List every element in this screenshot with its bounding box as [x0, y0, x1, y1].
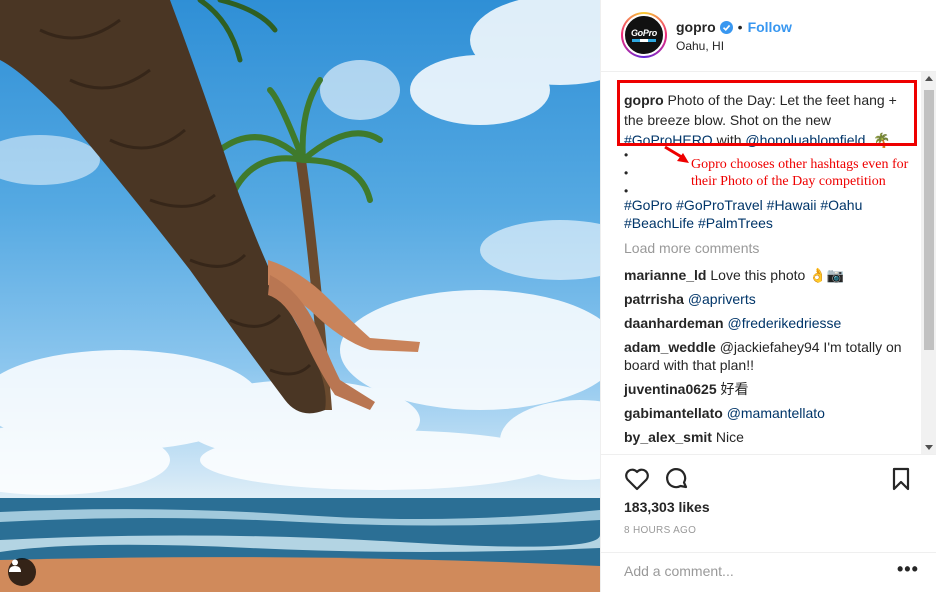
load-more-comments-button[interactable]: Load more comments: [624, 240, 759, 256]
avatar-logo-text: GoPro: [630, 28, 657, 38]
photo-scene: [0, 0, 600, 592]
post-photo[interactable]: [0, 0, 600, 592]
location-link[interactable]: Oahu, HI: [676, 39, 724, 53]
scroll-up-arrow-icon[interactable]: [925, 76, 933, 81]
list-item: gabimantellato @mamantellato: [624, 404, 914, 422]
add-comment-input[interactable]: [624, 563, 884, 579]
avatar[interactable]: GoPro: [621, 12, 667, 58]
comment-username[interactable]: daanhardeman: [624, 315, 724, 331]
comment-username[interactable]: adam_weddle: [624, 339, 716, 355]
tagged-user-icon[interactable]: [8, 558, 36, 586]
comment-username[interactable]: patrrisha: [624, 291, 684, 307]
comment-username[interactable]: marianne_ld: [624, 267, 706, 283]
heart-icon[interactable]: [623, 465, 651, 493]
bookmark-icon[interactable]: [887, 465, 915, 493]
add-comment-bar: •••: [601, 552, 936, 592]
comment-list: marianne_ld Love this photo 👌📷 patrrisha…: [624, 266, 914, 452]
post-header: GoPro gopro • Follow Oahu, HI: [601, 0, 936, 72]
post-actions: 183,303 likes 8 HOURS AGO: [601, 454, 936, 552]
comment-text[interactable]: @mamantellato: [727, 405, 825, 421]
comments-scrollbar[interactable]: [921, 72, 936, 454]
avatar-logo-bar: [632, 39, 656, 42]
username-link[interactable]: gopro: [676, 19, 716, 35]
like-count[interactable]: 183,303 likes: [624, 499, 710, 515]
annotation-highlight-box: [617, 80, 917, 146]
comment-text: Love this photo 👌📷: [710, 267, 845, 283]
separator-dot: •: [737, 19, 743, 35]
comment-username[interactable]: gabimantellato: [624, 405, 723, 421]
verified-badge-icon: [719, 20, 733, 34]
scroll-down-arrow-icon[interactable]: [925, 445, 933, 450]
caption-dot: •: [624, 148, 629, 162]
caption-dots: • • •: [624, 146, 628, 200]
list-item: patrrisha @apriverts: [624, 290, 914, 308]
comments-section[interactable]: gopro Photo of the Day: Let the feet han…: [601, 72, 921, 454]
more-options-icon[interactable]: •••: [897, 559, 919, 580]
comment-icon[interactable]: [663, 465, 691, 493]
scroll-thumb[interactable]: [924, 90, 934, 350]
list-item: juventina0625 好看: [624, 380, 914, 398]
list-item: daanhardeman @frederikedriesse: [624, 314, 914, 332]
annotation-arrow-icon: [664, 145, 689, 163]
post-timestamp: 8 HOURS AGO: [624, 525, 697, 536]
comment-username[interactable]: juventina0625: [624, 381, 717, 397]
comment-text[interactable]: @apriverts: [688, 291, 756, 307]
post-panel: GoPro gopro • Follow Oahu, HI gopro Phot…: [600, 0, 936, 592]
list-item: adam_weddle @jackiefahey94 I'm totally o…: [624, 338, 914, 374]
list-item: by_alex_smit Nice: [624, 428, 914, 446]
annotation-note: Gopro chooses other hashtags even for th…: [691, 157, 909, 189]
follow-button[interactable]: Follow: [748, 19, 792, 35]
comment-username[interactable]: by_alex_smit: [624, 429, 712, 445]
comment-text[interactable]: @frederikedriesse: [727, 315, 841, 331]
caption-dot: •: [624, 166, 629, 180]
comment-text: 好看: [720, 381, 749, 397]
comment-text: Nice: [715, 429, 744, 445]
list-item: marianne_ld Love this photo 👌📷: [624, 266, 914, 284]
caption-hashtags[interactable]: #GoPro #GoProTravel #Hawaii #Oahu #Beach…: [624, 196, 904, 232]
